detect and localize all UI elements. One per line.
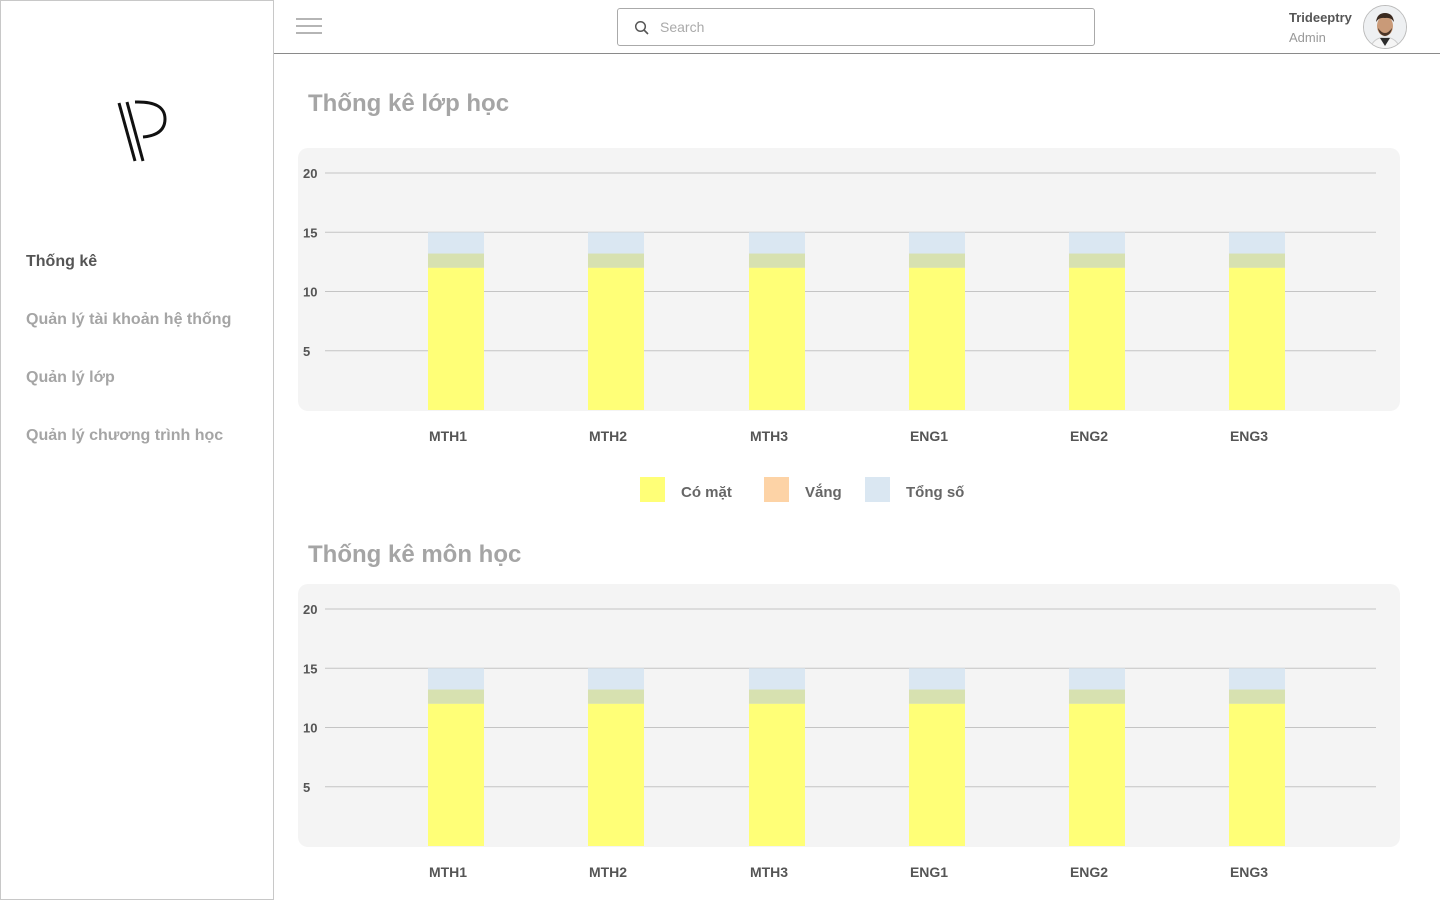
subject-chart-bar-absent-overlay-eng1 xyxy=(909,689,965,704)
class-chart-ytick-label: 20 xyxy=(303,166,317,181)
subject-chart-ytick-label: 10 xyxy=(303,721,317,736)
avatar[interactable] xyxy=(1363,5,1407,49)
sidebar: Thống kê Quản lý tài khoản hệ thống Quản… xyxy=(0,0,274,900)
subject-chart-ytick-label: 15 xyxy=(303,661,317,676)
class-chart-bar-absent-overlay-eng1 xyxy=(909,253,965,268)
search-box[interactable] xyxy=(617,8,1095,46)
class-chart-bar-present-mth2 xyxy=(588,267,644,410)
user-role: Admin xyxy=(1289,30,1326,45)
subject-chart-xtick-label-mth2: MTH2 xyxy=(589,864,627,880)
logo-icon[interactable] xyxy=(113,99,171,163)
subject-chart-bar-present-mth3 xyxy=(749,703,805,846)
subject-chart-bar-present-eng1 xyxy=(909,703,965,846)
subject-chart-bar-absent-overlay-eng2 xyxy=(1069,689,1125,704)
sidebar-item-thong-ke[interactable]: Thống kê xyxy=(26,253,97,271)
class-chart-bar-absent-overlay-mth1 xyxy=(428,253,484,268)
subject-chart-ytick-label: 5 xyxy=(303,780,310,795)
class-chart-bar-absent-overlay-mth2 xyxy=(588,253,644,268)
class-chart-bar-absent-overlay-eng3 xyxy=(1229,253,1285,268)
sidebar-item-quan-ly-lop[interactable]: Quản lý lớp xyxy=(26,369,115,387)
class-chart-bar-present-eng2 xyxy=(1069,267,1125,410)
subject-chart-xtick-label-eng3: ENG3 xyxy=(1230,864,1268,880)
top-bar: Trideeptry Admin xyxy=(274,0,1440,54)
subject-chart-bar-absent-overlay-mth3 xyxy=(749,689,805,704)
subject-chart-xtick-label-mth3: MTH3 xyxy=(750,864,788,880)
class-chart-ytick-label: 5 xyxy=(303,344,310,359)
sidebar-item-quan-ly-chuong-trinh[interactable]: Quản lý chương trình học xyxy=(26,427,223,445)
class-chart-xtick-label-eng3: ENG3 xyxy=(1230,428,1268,444)
sidebar-item-quan-ly-tai-khoan[interactable]: Quản lý tài khoản hệ thống xyxy=(26,311,231,329)
class-chart-ytick-label: 15 xyxy=(303,225,317,240)
subject-chart-xtick-label-eng2: ENG2 xyxy=(1070,864,1108,880)
class-chart-xtick-label-eng2: ENG2 xyxy=(1070,428,1108,444)
legend-label-absent: Vắng xyxy=(805,484,842,501)
hamburger-icon[interactable] xyxy=(296,18,322,36)
subject-chart-bar-present-mth1 xyxy=(428,703,484,846)
class-chart-bar-present-eng1 xyxy=(909,267,965,410)
class-chart-bar-present-mth1 xyxy=(428,267,484,410)
subject-stats-chart: 5 10 15 20 MTH1 MTH2 MTH3 ENG1 ENG2 ENG3 xyxy=(303,602,1376,880)
subject-chart-xtick-label-eng1: ENG1 xyxy=(910,864,948,880)
subject-chart-xtick-label-mth1: MTH1 xyxy=(429,864,467,880)
search-icon xyxy=(634,20,649,35)
legend-label-total: Tổng số xyxy=(906,484,965,501)
class-chart-bar-present-mth3 xyxy=(749,267,805,410)
legend-swatch-total xyxy=(865,477,890,502)
subject-chart-bar-present-mth2 xyxy=(588,703,644,846)
subject-stats-title: Thống kê môn học xyxy=(308,541,522,568)
class-chart-xtick-label-eng1: ENG1 xyxy=(910,428,948,444)
class-chart-bar-present-eng3 xyxy=(1229,267,1285,410)
class-chart-xtick-label-mth1: MTH1 xyxy=(429,428,467,444)
user-name: Trideeptry xyxy=(1289,10,1352,25)
class-chart-ytick-label: 10 xyxy=(303,285,317,300)
class-chart-xtick-label-mth2: MTH2 xyxy=(589,428,627,444)
class-chart-xtick-label-mth3: MTH3 xyxy=(750,428,788,444)
search-input[interactable] xyxy=(660,15,1080,39)
class-stats-title: Thống kê lớp học xyxy=(308,90,510,117)
subject-chart-ytick-label: 20 xyxy=(303,602,317,617)
legend-label-present: Có mặt xyxy=(681,484,732,501)
subject-chart-bar-present-eng2 xyxy=(1069,703,1125,846)
legend-swatch-absent xyxy=(764,477,789,502)
class-stats-chart: 5 10 15 20 MTH1 MTH2 MTH3 ENG1 ENG2 ENG3 xyxy=(303,166,1376,444)
subject-chart-bar-present-eng3 xyxy=(1229,703,1285,846)
class-chart-bar-absent-overlay-mth3 xyxy=(749,253,805,268)
subject-chart-bar-absent-overlay-mth1 xyxy=(428,689,484,704)
class-chart-bar-absent-overlay-eng2 xyxy=(1069,253,1125,268)
subject-chart-bar-absent-overlay-eng3 xyxy=(1229,689,1285,704)
legend-swatch-present xyxy=(640,477,665,502)
subject-chart-bar-absent-overlay-mth2 xyxy=(588,689,644,704)
